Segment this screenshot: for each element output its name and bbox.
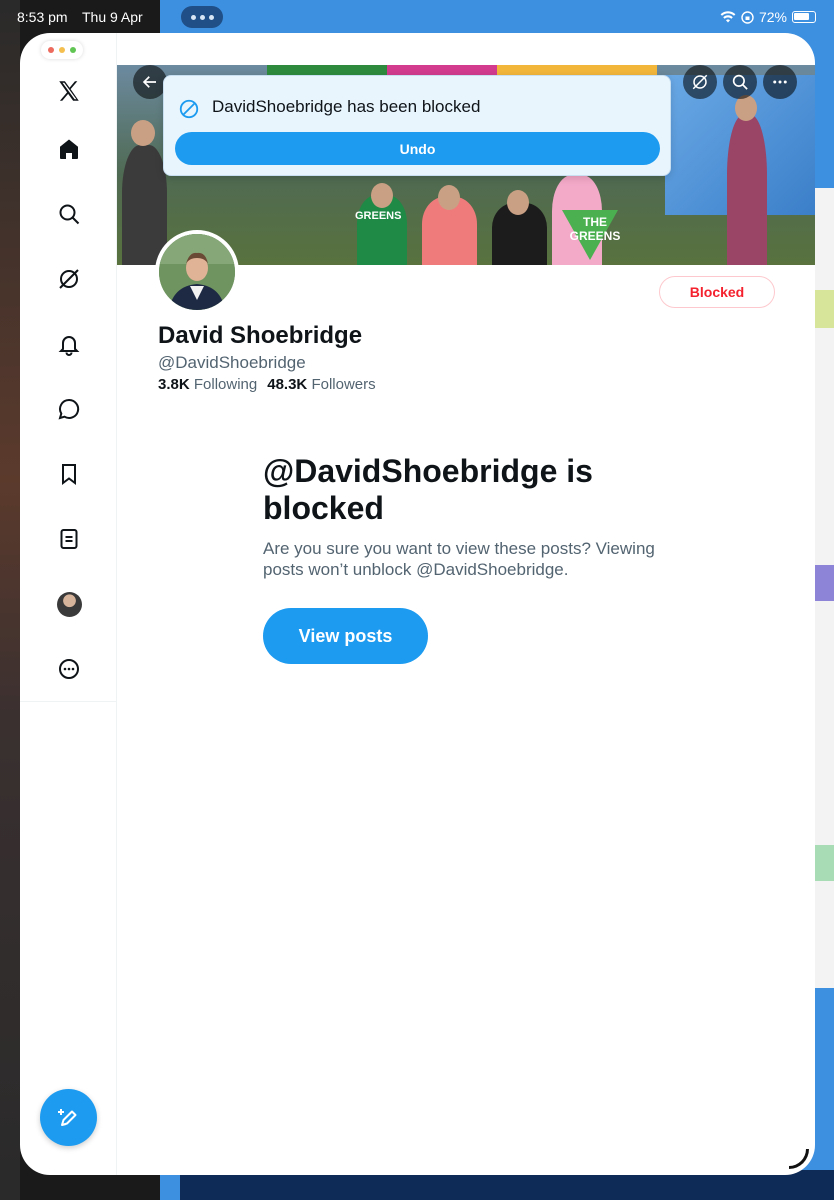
profile-handle: @DavidShoebridge: [158, 353, 306, 372]
more-icon[interactable]: [55, 655, 83, 683]
x-logo-icon[interactable]: [55, 77, 83, 105]
profile-avatar[interactable]: [55, 590, 83, 618]
search-banner-button[interactable]: [723, 65, 757, 99]
status-indicators: 72%: [720, 9, 816, 25]
blocked-toast: DavidShoebridge has been blocked Undo: [163, 75, 671, 176]
banner-sign-2: GREENS: [355, 210, 402, 222]
orientation-lock-icon: [741, 10, 754, 24]
banner-sign: THE GREENS: [569, 215, 621, 243]
sidebar-divider: [20, 701, 117, 702]
blocked-title: @DavidShoebridge is blocked: [263, 453, 593, 526]
avatar: [56, 591, 82, 617]
compose-button[interactable]: [40, 1089, 97, 1146]
profile-stats: 3.8K Following 48.3K Followers: [158, 376, 376, 393]
home-icon[interactable]: [55, 135, 83, 163]
undo-button[interactable]: Undo: [175, 132, 660, 165]
desktop-background-left: [0, 0, 20, 1200]
block-icon: [178, 98, 200, 125]
blocked-description: Are you sure you want to view these post…: [263, 539, 655, 579]
profile-avatar-large[interactable]: [155, 230, 239, 314]
sidebar: [20, 33, 117, 1175]
blocked-button[interactable]: Blocked: [659, 276, 775, 308]
followers-count: 48.3K: [267, 376, 308, 393]
view-posts-button[interactable]: View posts: [263, 608, 428, 664]
toast-message: DavidShoebridge has been blocked: [212, 97, 481, 116]
window-controls[interactable]: [41, 41, 83, 59]
grok-banner-button[interactable]: [683, 65, 717, 99]
app-window: THE GREENS GREENS DavidShoebridge has be…: [20, 33, 815, 1175]
more-horizontal-icon: [773, 80, 787, 84]
multitasking-dots-icon[interactable]: [181, 6, 223, 28]
status-date: Thu 9 Apr: [82, 9, 143, 25]
avatar-photo: [159, 234, 235, 310]
window-resize-handle[interactable]: [789, 1149, 809, 1169]
followers-label: Followers: [311, 376, 376, 393]
bell-icon[interactable]: [55, 330, 83, 358]
compose-icon: [57, 1108, 76, 1126]
battery-percent: 72%: [758, 9, 787, 25]
wifi-icon: [720, 11, 736, 23]
back-button[interactable]: [133, 65, 167, 99]
lists-icon[interactable]: [55, 525, 83, 553]
message-icon[interactable]: [55, 395, 83, 423]
status-time: 8:53 pm: [17, 9, 68, 25]
following-count: 3.8K: [158, 376, 190, 393]
back-arrow-icon: [142, 76, 156, 88]
following-link[interactable]: 3.8K Following: [158, 376, 257, 393]
display-name: David Shoebridge: [158, 322, 363, 349]
grok-icon[interactable]: [55, 265, 83, 293]
grok-icon: [692, 74, 708, 90]
battery-icon: [792, 11, 816, 23]
following-label: Following: [193, 376, 258, 393]
followers-link[interactable]: 48.3K Followers: [267, 376, 375, 393]
status-bar: 8:53 pm Thu 9 Apr 72%: [0, 0, 834, 34]
search-icon: [732, 74, 748, 90]
more-options-button[interactable]: [763, 65, 797, 99]
bookmark-icon[interactable]: [55, 460, 83, 488]
search-icon[interactable]: [55, 200, 83, 228]
